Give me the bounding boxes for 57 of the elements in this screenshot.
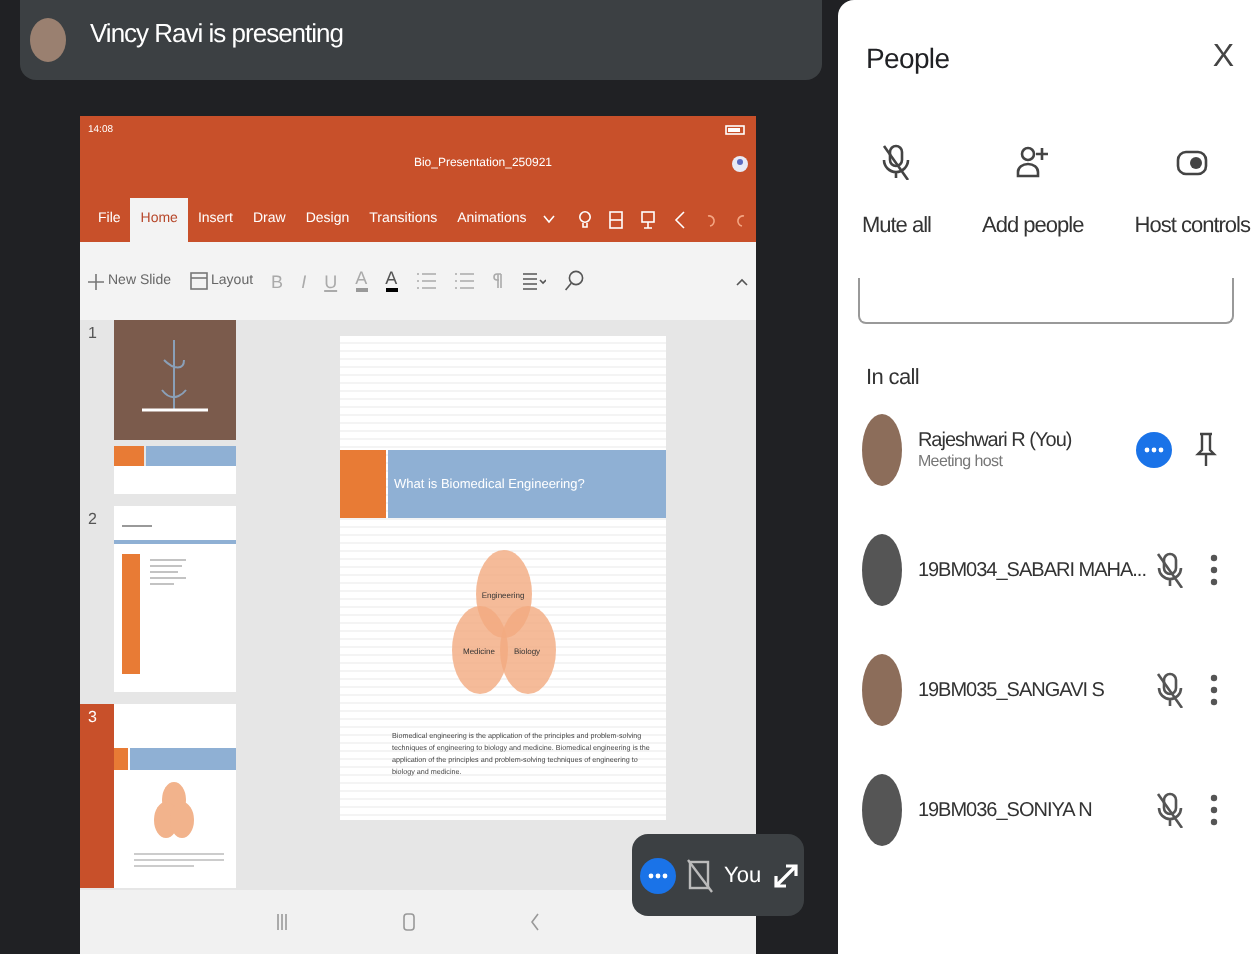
- redo-icon[interactable]: [734, 210, 748, 230]
- account-icon[interactable]: [732, 156, 748, 172]
- avatar: [861, 414, 902, 486]
- battery-icon: [724, 124, 748, 136]
- more-vertical-icon[interactable]: [1210, 794, 1218, 826]
- participant-name: 19BM034_SABARI MAHA...: [917, 559, 1146, 581]
- participant-row[interactable]: 19BM034_SABARI MAHA...: [837, 510, 1254, 630]
- panel-action-button[interactable]: Add people: [982, 144, 1084, 238]
- search-field[interactable]: [857, 278, 1234, 324]
- close-button[interactable]: X: [1204, 40, 1242, 76]
- slide-number: 3: [88, 706, 97, 726]
- slide-number: 2: [88, 508, 97, 528]
- title-accent: [340, 450, 386, 518]
- avatar: [861, 654, 902, 726]
- participant-row[interactable]: Rajeshwari R (You) Meeting host: [837, 390, 1254, 510]
- home-icon[interactable]: [401, 912, 416, 932]
- present-icon[interactable]: [640, 210, 656, 230]
- participant-role: Meeting host: [917, 452, 1005, 470]
- camera-off-icon[interactable]: [686, 857, 714, 893]
- pin-icon[interactable]: [1194, 432, 1218, 468]
- participant-name: 19BM036_SONIYA N: [917, 799, 1094, 821]
- collapse-caret-icon[interactable]: [736, 277, 748, 285]
- slide-thumbnail-row[interactable]: 1: [80, 320, 236, 494]
- search-icon[interactable]: [563, 270, 584, 292]
- more-vertical-icon[interactable]: [1210, 674, 1218, 706]
- avatar: [861, 534, 902, 606]
- document-icon[interactable]: [608, 210, 624, 230]
- panel-title: People: [865, 42, 950, 74]
- format-button[interactable]: A: [385, 270, 398, 292]
- slide-thumbnail-row[interactable]: 2: [80, 506, 236, 692]
- slide-number: 1: [88, 322, 97, 342]
- chevron-down-icon[interactable]: [542, 214, 557, 224]
- align-icon[interactable]: [521, 271, 546, 291]
- more-options-icon[interactable]: [640, 857, 676, 893]
- participant-name: Rajeshwari R (You): [917, 430, 1074, 452]
- more-options-icon[interactable]: [1136, 432, 1172, 468]
- plus-icon: [88, 273, 104, 289]
- expand-icon[interactable]: [771, 861, 800, 889]
- participant-name: 19BM035_SANGAVI S: [917, 679, 1106, 701]
- share-icon[interactable]: [672, 210, 688, 230]
- more-vertical-icon[interactable]: [1210, 554, 1218, 586]
- undo-icon[interactable]: [704, 210, 718, 230]
- lightbulb-icon[interactable]: [578, 210, 592, 230]
- mic-off-icon: [878, 144, 915, 180]
- layout-icon: [189, 272, 208, 290]
- slide-thumbnail-row[interactable]: 3: [80, 704, 236, 888]
- panel-action-button[interactable]: Host controls: [1134, 144, 1250, 238]
- panel-action-button[interactable]: Mute all: [861, 144, 931, 238]
- avatar: [30, 18, 66, 62]
- back-icon[interactable]: [529, 912, 540, 932]
- avatar: [861, 774, 902, 846]
- self-view-label: You: [724, 863, 762, 887]
- participant-row[interactable]: 19BM035_SANGAVI S: [837, 630, 1254, 750]
- presenter-title: Vincy Ravi is presenting: [90, 17, 343, 47]
- section-heading: In call: [865, 366, 922, 390]
- add-person-icon: [1014, 144, 1051, 180]
- participant-row[interactable]: 19BM036_SONIYA N: [837, 750, 1254, 870]
